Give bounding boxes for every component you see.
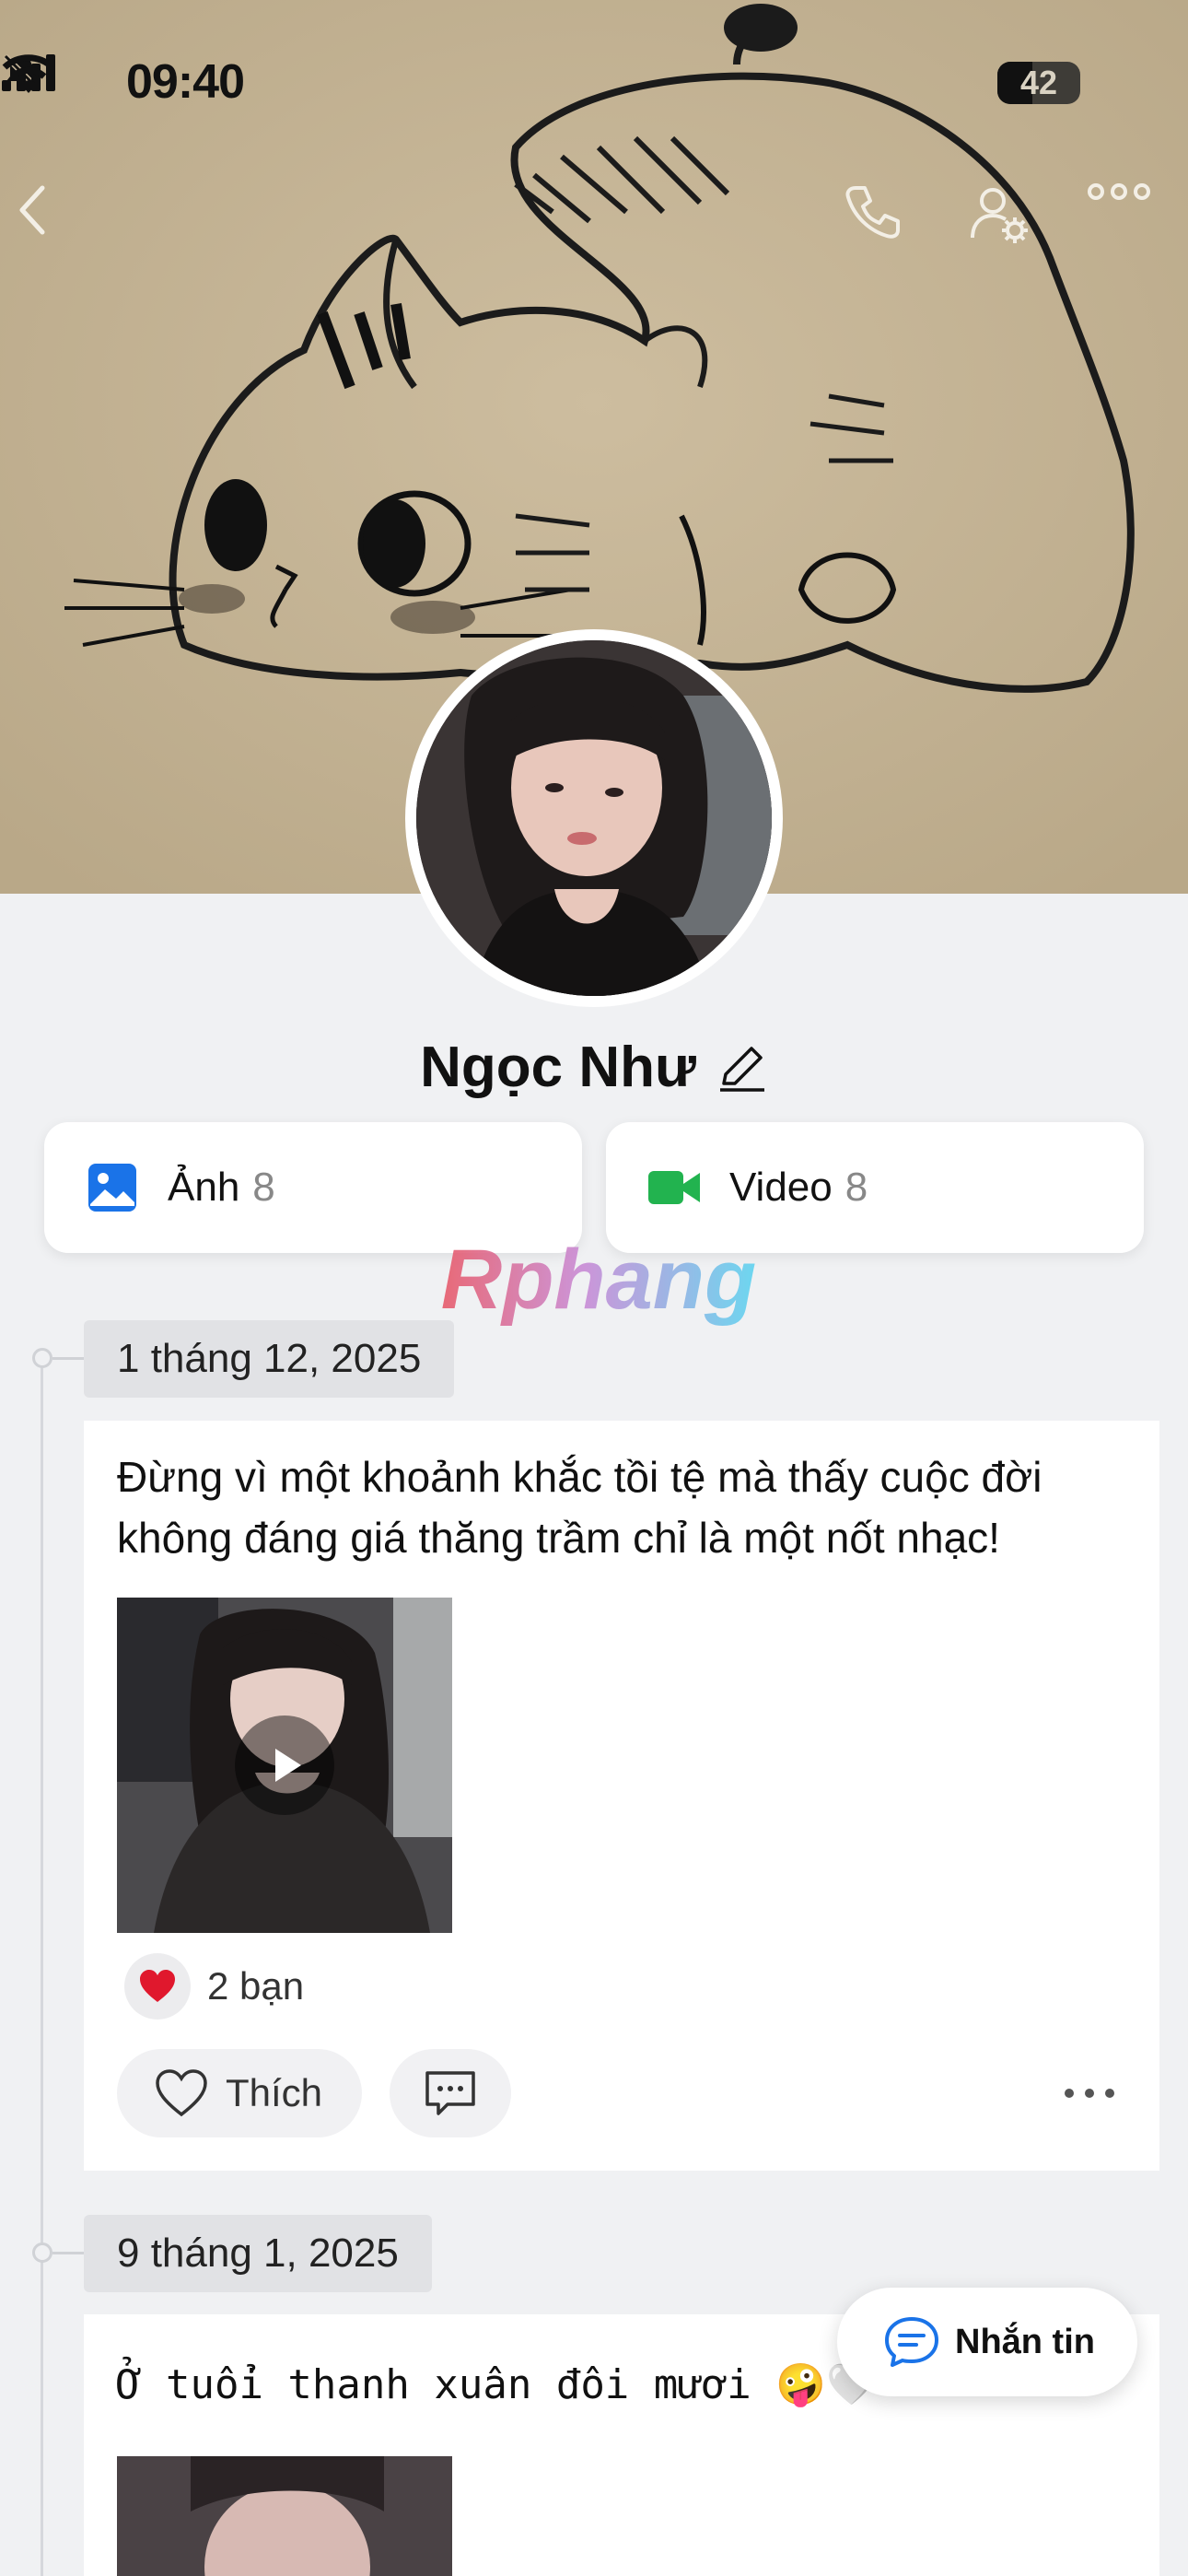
reaction-count: 2 bạn: [207, 1964, 305, 2008]
avatar-photo: [416, 640, 772, 996]
heart-icon: [140, 1970, 175, 2002]
video-thumbnail[interactable]: [117, 1598, 452, 1933]
play-button[interactable]: [235, 1715, 334, 1815]
status-time: 09:40: [126, 55, 245, 109]
timeline-dot: [32, 2242, 52, 2263]
wifi-icon: [2, 54, 55, 93]
profile-name: Ngọc Như: [420, 1035, 696, 1099]
videos-count: 8: [844, 1165, 868, 1210]
like-button[interactable]: Thích: [117, 2049, 362, 2137]
message-button[interactable]: Nhắn tin: [837, 2288, 1137, 2396]
post-text: Đừng vì một khoảnh khắc tồi tệ mà thấy c…: [117, 1453, 1042, 1562]
timeline-line: [41, 1358, 43, 2576]
photo-thumbnail-image: [117, 2456, 452, 2576]
photos-card[interactable]: Ảnh 8: [44, 1122, 582, 1253]
image-icon: [88, 1164, 136, 1212]
battery-indicator: 42: [997, 62, 1080, 104]
phone-icon: [845, 186, 900, 239]
post-card[interactable]: Đừng vì một khoảnh khắc tồi tệ mà thấy c…: [84, 1421, 1159, 2171]
timeline-connector: [52, 1357, 84, 1360]
back-button[interactable]: [15, 182, 98, 265]
post-more-button[interactable]: [1053, 2066, 1126, 2121]
video-camera-icon: [648, 1171, 700, 1204]
user-settings-icon: [971, 188, 1028, 243]
timeline-dot: [32, 1348, 52, 1368]
heart-outline-icon: [156, 2069, 207, 2117]
watermark-text: Rphang: [441, 1235, 756, 1327]
more-horizontal-icon: [1065, 2089, 1114, 2098]
reaction-summary[interactable]: 2 bạn: [124, 1953, 304, 2020]
photo-thumbnail[interactable]: [117, 2456, 452, 2576]
status-bar: 09:40 42: [0, 51, 1188, 115]
avatar-portrait: [416, 640, 772, 996]
post-date: 9 tháng 1, 2025: [84, 2215, 432, 2292]
videos-card[interactable]: Video 8: [606, 1122, 1144, 1253]
message-button-label: Nhắn tin: [955, 2322, 1095, 2361]
post-date: 1 tháng 12, 2025: [84, 1320, 455, 1398]
profile-settings-button[interactable]: [967, 182, 1050, 265]
watermark-logo: Rphang: [441, 1235, 756, 1327]
photos-count: 8: [252, 1165, 275, 1210]
timeline-connector: [52, 2252, 84, 2254]
avatar[interactable]: [405, 629, 783, 1007]
chat-bubble-icon: [885, 2317, 938, 2367]
profile-name-row: Ngọc Như: [0, 1030, 1188, 1104]
more-button[interactable]: [1087, 182, 1170, 265]
comment-icon: [425, 2071, 475, 2115]
videos-label: Video: [729, 1165, 833, 1210]
chevron-left-icon: [19, 185, 45, 235]
reaction-bubble: [124, 1953, 191, 2020]
pencil-icon[interactable]: [716, 1041, 768, 1093]
battery-level-text: 42: [1019, 64, 1058, 101]
more-horizontal-icon: [1088, 183, 1150, 200]
like-label: Thích: [226, 2071, 323, 2114]
photos-label: Ảnh: [168, 1165, 240, 1210]
comment-button[interactable]: [390, 2049, 511, 2137]
play-icon: [275, 1749, 301, 1782]
call-button[interactable]: [843, 182, 926, 265]
